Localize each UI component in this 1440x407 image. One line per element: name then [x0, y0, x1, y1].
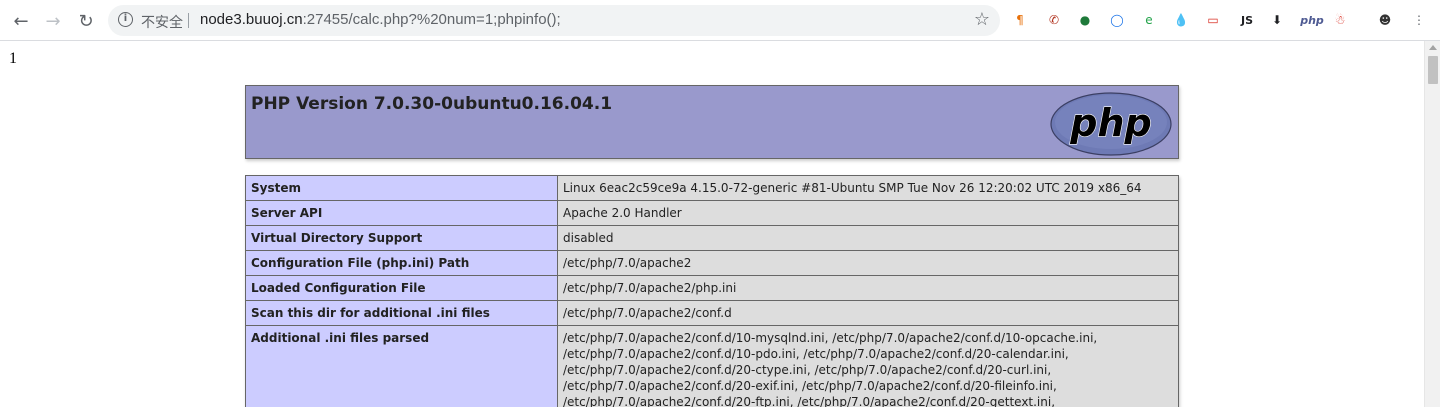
url-text[interactable]: node3.buuoj.cn:27455/calc.php?%20num=1;p… — [200, 11, 561, 28]
security-label[interactable]: 不安全 — [141, 12, 183, 32]
forward-arrow-icon[interactable]: → — [40, 8, 66, 34]
row-value: Linux 6eac2c59ce9a 4.15.0-72-generic #81… — [557, 175, 1179, 201]
calc-result: 1 — [9, 50, 17, 67]
row-value-line: /etc/php/7.0/apache2/conf.d — [563, 306, 732, 320]
row-value: /etc/php/7.0/apache2/php.ini — [557, 275, 1179, 301]
php-icon[interactable]: php — [1300, 11, 1324, 29]
row-value-line: /etc/php/7.0/apache2/conf.d/20-exif.ini,… — [563, 379, 1057, 393]
address-separator — [188, 13, 189, 28]
menu-icon[interactable]: ⋮ — [1410, 11, 1428, 29]
url-path: :27455/calc.php?%20num=1;phpinfo(); — [302, 11, 561, 28]
row-value-line: /etc/php/7.0/apache2/conf.d/10-pdo.ini, … — [563, 347, 1069, 361]
e-icon[interactable]: e — [1140, 11, 1158, 29]
scroll-up-arrow-icon[interactable] — [1429, 45, 1437, 50]
table-row: Server API Apache 2.0 Handler — [245, 200, 1179, 226]
drop-icon[interactable]: 💧 — [1172, 11, 1190, 29]
php-logo[interactable]: php — [1050, 92, 1172, 156]
paragraph-icon[interactable]: ¶ — [1011, 11, 1029, 29]
row-label: Configuration File (php.ini) Path — [245, 250, 558, 276]
php-version-title: PHP Version 7.0.30-0ubuntu0.16.04.1 — [251, 94, 613, 114]
blue-ring-icon[interactable]: ◯ — [1108, 11, 1126, 29]
download-arrow-icon[interactable]: ⬇ — [1268, 11, 1286, 29]
address-bar[interactable]: i 不安全 node3.buuoj.cn:27455/calc.php?%20n… — [108, 5, 1000, 36]
phpinfo-table: System Linux 6eac2c59ce9a 4.15.0-72-gener… — [245, 175, 1179, 407]
green-circle-icon[interactable]: ● — [1076, 11, 1094, 29]
row-value-line: /etc/php/7.0/apache2/conf.d/20-ftp.ini, … — [563, 395, 1056, 407]
table-row: Scan this dir for additional .ini files /… — [245, 300, 1179, 326]
row-value-line: /etc/php/7.0/apache2/conf.d/10-mysqlnd.i… — [563, 331, 1098, 345]
row-label: Loaded Configuration File — [245, 275, 558, 301]
row-value: /etc/php/7.0/apache2/conf.d — [557, 300, 1179, 326]
table-row: Additional .ini files parsed/etc/php/7.0… — [245, 325, 1179, 407]
js-icon[interactable]: JS — [1235, 11, 1259, 29]
bookmark-star-icon[interactable]: ☆ — [974, 9, 990, 30]
url-host: node3.buuoj.cn — [200, 11, 303, 28]
avatar-icon[interactable]: ☻ — [1376, 11, 1394, 29]
row-value: /etc/php/7.0/apache2/conf.d/10-mysqlnd.i… — [557, 325, 1179, 407]
php-logo-text: php — [1069, 101, 1151, 145]
table-row: System Linux 6eac2c59ce9a 4.15.0-72-gener… — [245, 175, 1179, 201]
row-value-line: Apache 2.0 Handler — [563, 206, 682, 220]
row-value: disabled — [557, 225, 1179, 251]
info-icon[interactable]: i — [118, 12, 133, 27]
table-row: Loaded Configuration File/etc/php/7.0/ap… — [245, 275, 1179, 301]
back-arrow-icon[interactable]: ← — [8, 8, 34, 34]
santa-icon[interactable]: ☃ — [1331, 11, 1349, 29]
row-value-line: disabled — [563, 231, 614, 245]
row-label: Virtual Directory Support — [245, 225, 558, 251]
badge-icon[interactable]: ▭ — [1204, 11, 1222, 29]
table-row: Configuration File (php.ini) Path/etc/ph… — [245, 250, 1179, 276]
row-label: Scan this dir for additional .ini files — [245, 300, 558, 326]
row-value: /etc/php/7.0/apache2 — [557, 250, 1179, 276]
row-value-line: /etc/php/7.0/apache2/php.ini — [563, 281, 737, 295]
vertical-scrollbar[interactable] — [1424, 41, 1440, 407]
row-label: Server API — [245, 200, 558, 226]
row-label: System — [245, 175, 558, 201]
reload-icon[interactable]: ↻ — [73, 8, 99, 34]
phpinfo-header: PHP Version 7.0.30-0ubuntu0.16.04.1 php — [245, 85, 1179, 159]
scroll-thumb[interactable] — [1428, 56, 1438, 84]
row-value: Apache 2.0 Handler — [557, 200, 1179, 226]
table-row: Virtual Directory Support disabled — [245, 225, 1179, 251]
page-content: 1 PHP Version 7.0.30-0ubuntu0.16.04.1 ph… — [0, 41, 1424, 407]
row-value-line: Linux 6eac2c59ce9a 4.15.0-72-generic #81… — [563, 181, 1142, 195]
row-value-line: /etc/php/7.0/apache2 — [563, 256, 692, 270]
row-label: Additional .ini files parsed — [245, 325, 558, 407]
row-value-line: /etc/php/7.0/apache2/conf.d/20-ctype.ini… — [563, 363, 1052, 377]
pdf-icon[interactable]: ✆ — [1045, 11, 1063, 29]
browser-toolbar: ← → ↻ i 不安全 node3.buuoj.cn:27455/calc.ph… — [0, 0, 1440, 41]
